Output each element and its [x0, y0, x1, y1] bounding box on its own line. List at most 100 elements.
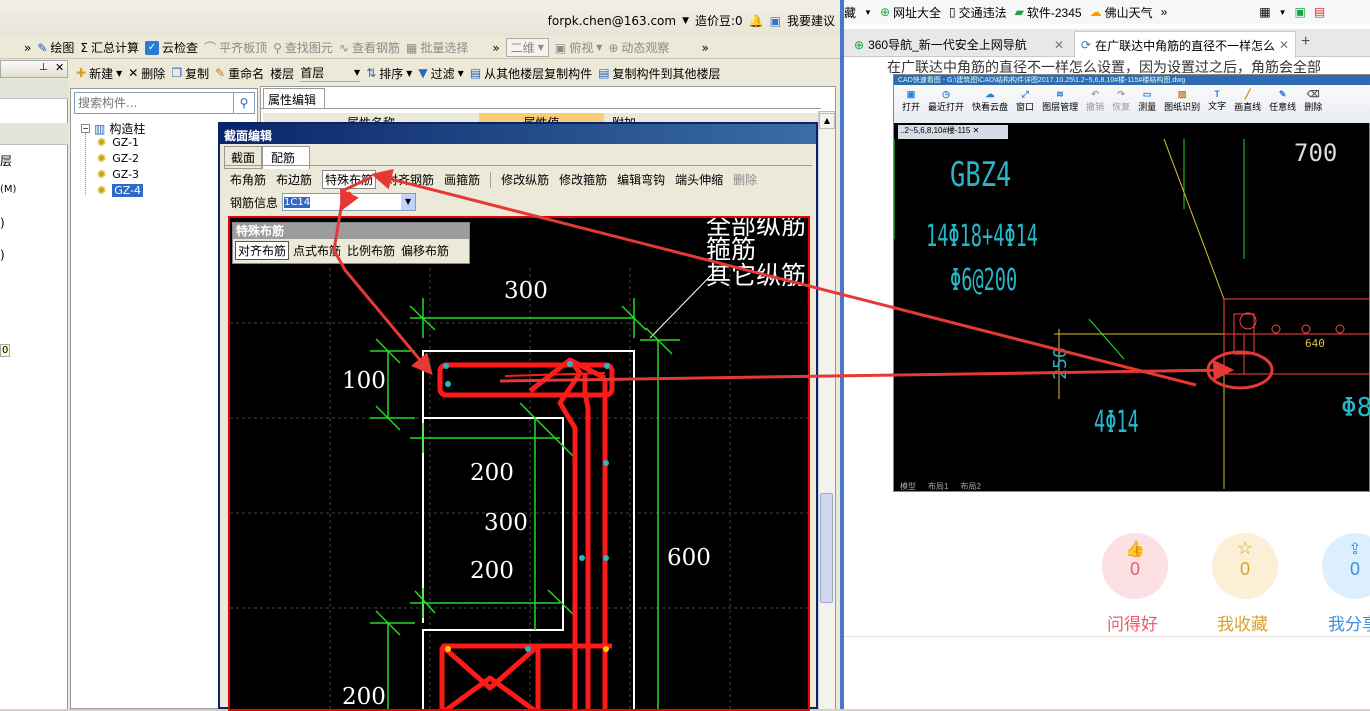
chevron-down-icon[interactable]: ▼ [1279, 8, 1287, 17]
rename-icon: ✎ [215, 66, 226, 80]
new-tab-button[interactable]: + [1301, 33, 1310, 51]
copy-button[interactable]: ❐ 复制 [171, 65, 209, 82]
special-rebar-button[interactable]: 特殊布筋 [322, 170, 377, 189]
find-button[interactable]: ⚲ 查找图元 [273, 39, 333, 56]
pin-icon[interactable]: ⊥ [39, 62, 48, 73]
delete-button[interactable]: ✕ 删除 [128, 65, 165, 82]
bookmark-item[interactable]: ⊕ 网址大全 [880, 4, 941, 21]
overflow3-icon[interactable]: » [701, 41, 708, 55]
edge-rebar-button[interactable]: 布边筋 [276, 171, 312, 188]
search-input[interactable] [74, 92, 234, 114]
tree-item[interactable]: ✺ GZ-3 [97, 168, 139, 181]
share-action[interactable]: ⇪ 0 [1322, 533, 1370, 599]
align-rebar-button[interactable]: 对齐钢筋 [386, 171, 434, 188]
bookmark-bar: 藏 ▼ ⊕ 网址大全 ▯ 交通违法 ▰ 软件-2345 ☁ 佛山天气 » ▦ ▼ ▣ ▤ [844, 0, 1370, 24]
dynamic-button[interactable]: ⊕ 动态观察 [608, 39, 669, 56]
edit-stirrup-button[interactable]: 修改箍筋 [559, 171, 607, 188]
glodon-app: forpk.chen@163.com ▼ 造价豆:0 🔔 ▣ 我要建议 » ✎ 绘… [0, 0, 843, 711]
cad-tool[interactable]: ◷ 最近打开 [928, 89, 964, 123]
chevron-down-icon[interactable]: ▼ [864, 8, 872, 17]
property-tab[interactable]: 属性编辑 [263, 88, 325, 108]
save-icon[interactable]: ▣ [1295, 5, 1306, 19]
edit-hook-button[interactable]: 编辑弯钩 [617, 171, 665, 188]
cad-bottom-tab[interactable]: 布局1 [928, 481, 948, 492]
chevron-down-icon[interactable]: ▼ [401, 194, 416, 210]
rename-button[interactable]: ✎ 重命名 [215, 65, 264, 82]
gear-icon: ✺ [97, 152, 107, 165]
search-icon[interactable]: ⚲ [233, 92, 255, 114]
cad-bottom-tab[interactable]: 模型 [900, 481, 916, 492]
cad-tool[interactable]: ▭ 测量 [1138, 89, 1156, 123]
overflow-icon[interactable]: » [1161, 5, 1168, 19]
cad-tool[interactable]: ≋ 图层管理 [1042, 89, 1078, 123]
cad-tool[interactable]: ☁ 快看云盘 [972, 89, 1008, 123]
sort-button[interactable]: ⇅ 排序 ▼ [366, 65, 412, 82]
book-icon[interactable]: ▤ [1314, 5, 1325, 19]
cad-bottom-tab[interactable]: 布局2 [960, 481, 980, 492]
copy-to-floor-button[interactable]: ▤ 复制构件到其他楼层 [598, 65, 720, 82]
cloud-check-button[interactable]: ✓ 云检查 [145, 39, 198, 56]
draw-button[interactable]: ✎ 绘图 [37, 39, 74, 56]
overflow2-icon[interactable]: » [492, 41, 499, 55]
close-icon[interactable]: ✕ [1279, 38, 1289, 52]
cad-file-tab[interactable]: ..2~5,6,8,10#楼-115 ✕ [898, 125, 1008, 139]
view-rebar-button[interactable]: ∿ 查看钢筋 [339, 39, 400, 56]
tree-item-selected[interactable]: ✺ GZ-4 [97, 184, 144, 197]
tree-root[interactable]: − ▥ 构造柱 [81, 120, 145, 137]
coins-label: 造价豆:0 [695, 14, 743, 28]
close-icon[interactable]: ✕ [55, 61, 64, 74]
cad-tool[interactable]: ↶ 撤销 [1086, 89, 1104, 123]
like-label[interactable]: 问得好 [1107, 610, 1158, 635]
level-top-button[interactable]: ⌒ 平齐板顶 [204, 39, 267, 56]
bookmark-item[interactable]: ▰ 软件-2345 [1015, 4, 1082, 21]
cad-tool[interactable]: ▣ 打开 [902, 89, 920, 123]
bell-icon[interactable]: 🔔 [749, 14, 764, 28]
draw-stirrup-button[interactable]: 画箍筋 [444, 171, 480, 188]
delete-rebar-button[interactable]: 删除 [733, 171, 757, 188]
overlook-button[interactable]: ▣ 俯视 ▼ [555, 39, 603, 56]
new-button[interactable]: ✚ 新建 ▼ [76, 65, 122, 82]
dim-label: 300 [504, 278, 548, 304]
favorite-label[interactable]: 我收藏 [1217, 610, 1268, 635]
dialog-titlebar[interactable]: 截面编辑 [220, 124, 816, 144]
cad-tool[interactable]: ▨ 图纸识别 [1164, 89, 1200, 123]
batch-select-button[interactable]: ▦ 批量选择 [406, 39, 468, 56]
floor-select[interactable]: 首层 ▼ [300, 64, 361, 82]
rebar-info-select[interactable]: 1C14 ▼ [282, 193, 417, 211]
dialog-scrollbar[interactable]: ▲ [819, 113, 835, 709]
browser-tab[interactable]: ⊕ 360导航_新一代安全上网导航 ✕ [848, 32, 1070, 57]
bookmark-item[interactable]: ☁ 佛山天气 [1090, 4, 1153, 21]
account-name[interactable]: forpk.chen@163.com [548, 14, 676, 28]
browser-tab-active[interactable]: ⟳ 在广联达中角筋的直径不一样怎么 ✕ [1074, 31, 1296, 58]
copy-from-floor-button[interactable]: ▤ 从其他楼层复制构件 [470, 65, 592, 82]
bookmark-item[interactable]: ▯ 交通违法 [949, 4, 1007, 21]
filter-button[interactable]: ▼ 过滤 ▼ [418, 65, 463, 82]
cad-tool[interactable]: ✎ 任意线 [1269, 89, 1296, 123]
share-label[interactable]: 我分享 [1328, 610, 1370, 635]
collapse-icon[interactable]: − [81, 124, 90, 133]
overflow-icon[interactable]: » [24, 41, 31, 55]
cad-tool[interactable]: ⤢ 窗口 [1016, 89, 1034, 123]
cad-tool[interactable]: ⌫ 删除 [1304, 89, 1322, 123]
end-extend-button[interactable]: 端头伸缩 [675, 171, 723, 188]
tree-item[interactable]: ✺ GZ-2 [97, 152, 139, 165]
cad-tool[interactable]: ╱ 画直线 [1234, 89, 1261, 123]
corner-rebar-button[interactable]: 布角筋 [230, 171, 266, 188]
chevron-down-icon[interactable]: ▼ [682, 16, 689, 26]
suggest-link[interactable]: 我要建议 [787, 12, 835, 29]
summary-button[interactable]: Σ 汇总计算 [80, 39, 139, 56]
apps-icon[interactable]: ▦ [1259, 5, 1270, 19]
edit-long-rebar-button[interactable]: 修改纵筋 [501, 171, 549, 188]
floor-label: 楼层 [270, 66, 295, 81]
cad-tool[interactable]: T 文字 [1208, 89, 1226, 123]
favorite-action[interactable]: ☆ 0 [1212, 533, 1278, 599]
like-action[interactable]: 👍 0 [1102, 533, 1168, 599]
view-2d-select[interactable]: 二维 ▼ [505, 38, 549, 57]
rebar-toolbar: 布角筋 布边筋 特殊布筋 对齐钢筋 画箍筋 修改纵筋 修改箍筋 编辑弯钩 端头伸… [230, 170, 757, 189]
cad-tool[interactable]: ↷ 恢复 [1112, 89, 1130, 123]
dim-label: 200 [470, 460, 514, 486]
close-icon[interactable]: ✕ [1054, 38, 1064, 52]
tree-line [85, 133, 86, 195]
tree-item[interactable]: ✺ GZ-1 [97, 136, 139, 149]
section-canvas[interactable]: 特殊布筋 对齐布筋 点式布筋 比例布筋 偏移布筋 全部纵筋 箍筋 其它纵筋 30… [228, 216, 810, 711]
